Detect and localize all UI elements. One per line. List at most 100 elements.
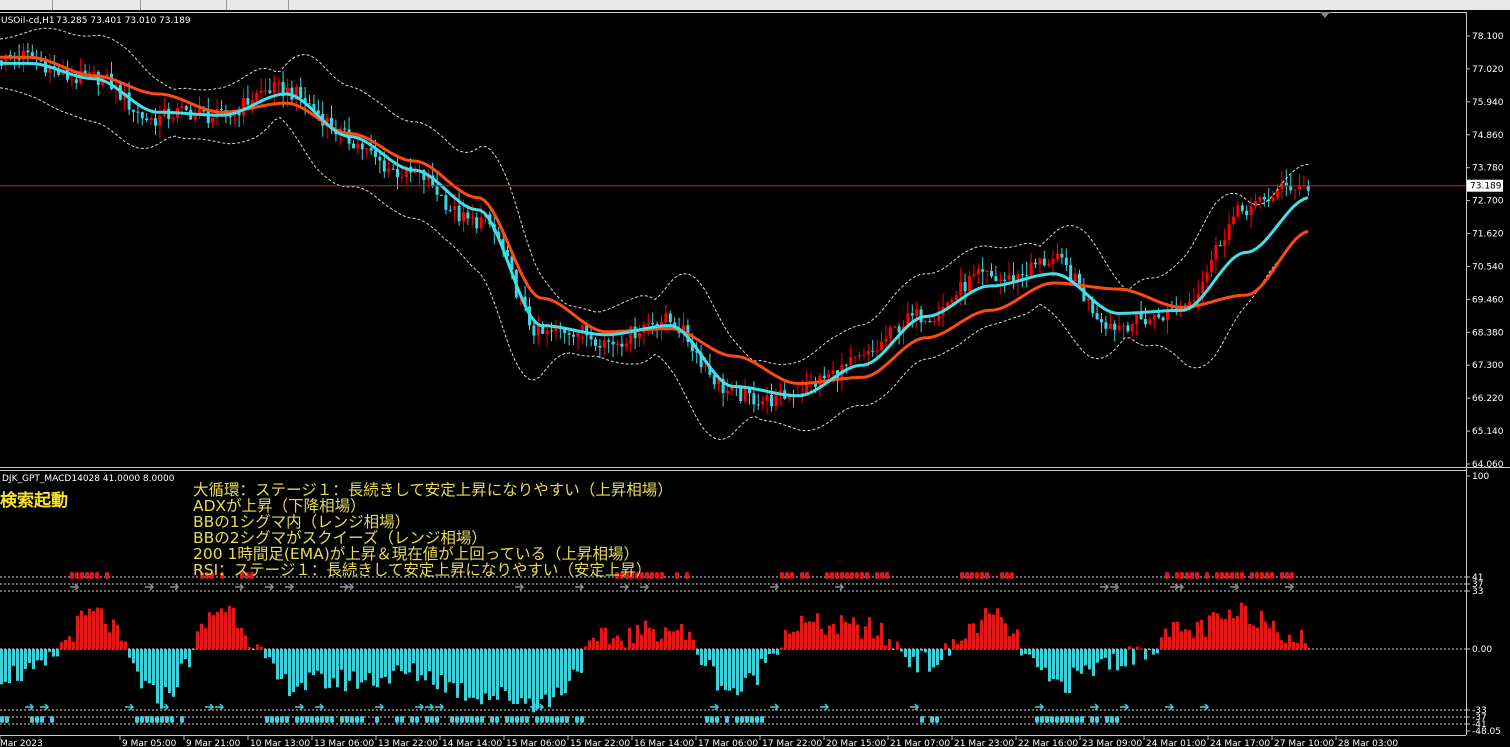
signal-arrow <box>285 583 295 591</box>
signal-arrow <box>1090 703 1100 711</box>
histogram-bar <box>900 649 903 652</box>
candle-body <box>968 276 971 292</box>
histogram-bar <box>516 649 519 705</box>
candle-body <box>532 325 536 336</box>
indicator-message: RSI：ステージ１：長続きして安定上昇になりやすい（安定上昇） <box>193 561 652 579</box>
indicator-axis[interactable]: 1004137330.00-33-37-41-48.05 <box>1466 472 1501 737</box>
candle-body <box>211 117 215 123</box>
histogram-bar <box>984 608 987 649</box>
histogram-bar <box>1104 649 1107 658</box>
candle-body <box>356 143 360 149</box>
histogram-bar <box>712 649 715 667</box>
signal-marker-bull <box>1165 572 1169 579</box>
histogram-bar <box>312 649 315 676</box>
histogram-bar <box>600 627 603 649</box>
histogram-bar <box>992 614 995 649</box>
histogram-bar <box>1012 633 1015 649</box>
histogram-bar <box>708 649 711 660</box>
signal-marker-bear <box>710 716 714 723</box>
candle-body <box>910 313 914 316</box>
histogram-bar <box>1072 649 1075 668</box>
histogram-bar <box>392 649 395 671</box>
histogram-bar <box>936 649 939 666</box>
signal-marker-bear <box>1035 716 1039 723</box>
histogram-bar <box>136 649 139 672</box>
signal-marker-bear <box>285 716 289 723</box>
histogram-bar <box>100 608 103 649</box>
histogram-bar <box>548 649 551 708</box>
price-axis[interactable]: 78.100 77.020 75.940 74.860 73.780 72.700 71.6… <box>1466 32 1504 470</box>
histogram-bar <box>108 632 111 649</box>
candle-body <box>1056 253 1059 260</box>
time-axis[interactable]: Mar 2023 9 Mar 05:00 9 Mar 21:00 10 Mar 13:… <box>0 735 1398 747</box>
candle-body <box>981 269 985 272</box>
histogram-bar <box>140 649 143 689</box>
histogram-bar <box>296 649 299 687</box>
signal-marker-bull <box>975 572 979 579</box>
histogram-bar <box>212 615 215 649</box>
signal-marker-bear <box>350 716 354 723</box>
signal-marker-bull <box>970 572 974 579</box>
histogram-bar <box>1196 621 1199 649</box>
candle-body <box>1240 205 1244 211</box>
histogram-bar <box>316 649 319 671</box>
candle-body <box>26 50 30 53</box>
histogram-bar <box>440 649 443 676</box>
histogram-bar <box>408 649 411 673</box>
histogram-bar <box>608 644 611 649</box>
histogram-bar <box>1100 649 1103 660</box>
histogram-bar <box>1076 649 1079 671</box>
candle-body <box>1135 313 1139 325</box>
histogram-bar <box>1164 628 1167 649</box>
time-tick-label: 9 Mar 21:00 <box>186 739 241 747</box>
histogram-bar <box>1260 610 1263 649</box>
candle-body <box>602 340 606 348</box>
price-tick-label: 69.460 <box>1472 295 1504 305</box>
histogram-bar <box>696 649 699 655</box>
histogram-bar <box>776 649 779 655</box>
candle-body <box>985 270 989 272</box>
histogram-bar <box>1256 627 1259 649</box>
signal-marker-bull <box>865 572 869 579</box>
histogram-bar <box>1048 649 1051 682</box>
signal-marker-bear <box>155 716 159 723</box>
histogram-bar <box>1124 649 1127 667</box>
histogram-bar <box>1144 649 1147 660</box>
signal-marker-bull <box>880 572 884 579</box>
candle-body <box>400 176 404 178</box>
signal-marker-bear <box>470 716 474 723</box>
histogram-bar <box>572 649 575 670</box>
histogram-bar <box>1084 649 1087 666</box>
signal-arrow <box>425 703 435 711</box>
histogram-bar <box>800 615 803 649</box>
signal-marker-bull <box>1265 572 1269 579</box>
signal-marker-bear <box>705 716 709 723</box>
histogram-bar <box>504 649 507 691</box>
histogram-bar <box>228 605 231 649</box>
signal-marker-bull <box>965 572 969 579</box>
trading-chart[interactable]: 73.189 78.100 77.020 75.940 74.860 73.780 72.… <box>0 0 1510 747</box>
candle-body <box>1262 197 1266 200</box>
candle-body <box>396 168 399 178</box>
signal-marker-bear <box>555 716 559 723</box>
signal-marker-bear <box>560 716 564 723</box>
signal-marker-bull <box>105 572 109 579</box>
histogram-bar <box>760 649 763 659</box>
candle-body <box>435 186 439 195</box>
histogram-bar <box>1136 646 1139 649</box>
chart-shift-marker[interactable] <box>1320 12 1330 18</box>
candle-body <box>976 269 980 275</box>
signal-marker-bull <box>1220 572 1224 579</box>
signal-marker-bear <box>1040 716 1044 723</box>
histogram-bar <box>684 639 687 649</box>
histogram-bar <box>1304 643 1307 649</box>
histogram-bar <box>896 641 899 649</box>
candle-body <box>1038 258 1042 265</box>
signal-marker-bear <box>1075 716 1079 723</box>
signal-marker-bear <box>1055 716 1059 723</box>
candle-body <box>1029 262 1033 276</box>
histogram-bar <box>352 649 355 672</box>
histogram-bar <box>1152 649 1155 655</box>
signal-marker-bull <box>675 572 679 579</box>
histogram-bar <box>12 649 15 666</box>
